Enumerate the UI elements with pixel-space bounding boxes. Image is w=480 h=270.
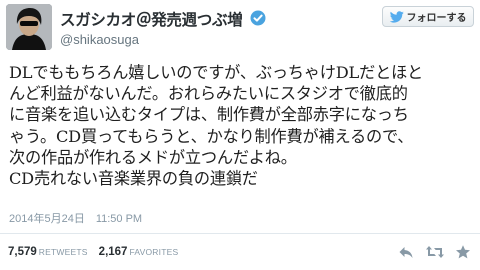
- divider: [0, 233, 480, 234]
- favorites-count[interactable]: 2,167: [99, 246, 128, 258]
- follow-button[interactable]: フォローする: [382, 6, 474, 27]
- avatar-image: [6, 4, 52, 50]
- favorites-label: FAVORITES: [129, 247, 179, 257]
- display-name[interactable]: スガシカオ＠発売週つぶ増: [60, 8, 243, 30]
- tweet-stats: 7,579 RETWEETS 2,167 FAVORITES: [8, 246, 186, 258]
- tweet-line: ゃう。CD買ってもらうと、かなり制作費が補えるので、: [9, 126, 414, 146]
- verified-badge-icon: [250, 10, 266, 26]
- tweet-line: に音楽を追い込むタイプは、制作費が全部赤字になっち: [9, 105, 409, 125]
- tweet-line: んど利益がないんだ。おれらみたいにスタジオで徹底的: [9, 84, 408, 104]
- avatar[interactable]: [6, 4, 52, 50]
- user-handle[interactable]: @shikaosuga: [60, 32, 139, 47]
- tweet-line: 次の作品が作れるメドが立つんだよね。: [9, 147, 297, 167]
- tweet-line: CD売れない音楽業界の負の連鎖だ: [9, 169, 258, 189]
- retweets-count[interactable]: 7,579: [8, 246, 37, 258]
- bird-icon: [389, 10, 404, 23]
- retweets-label: RETWEETS: [38, 247, 88, 257]
- star-icon[interactable]: [455, 244, 471, 260]
- reply-icon[interactable]: [398, 244, 414, 260]
- follow-button-label: フォローする: [406, 13, 467, 24]
- retweet-icon[interactable]: [425, 244, 445, 260]
- tweet-line: DLでももちろん嬉しいのですが、ぶっちゃけDLだとほと: [9, 63, 424, 82]
- tweet-text: DLでももちろん嬉しいのですが、ぶっちゃけDLだとほと んど利益がないんだ。おれ…: [9, 62, 475, 189]
- tweet-timestamp[interactable]: 2014年5月24日 11:50 PM: [9, 210, 142, 226]
